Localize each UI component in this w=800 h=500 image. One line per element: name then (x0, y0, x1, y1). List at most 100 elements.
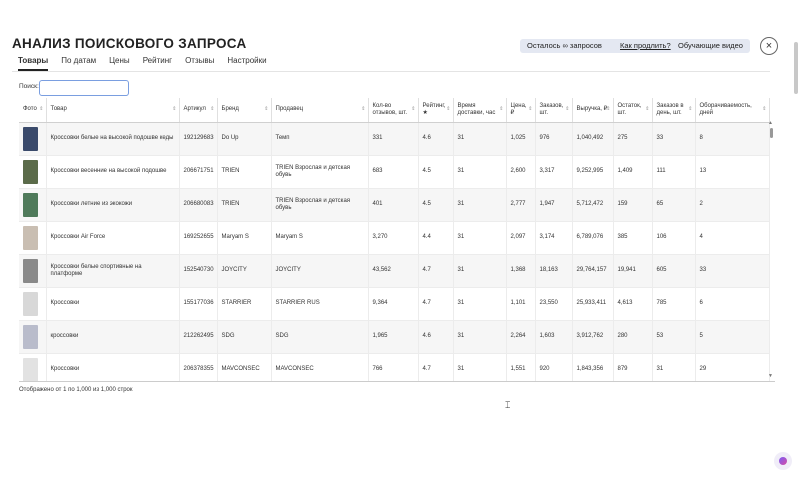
photo-cell (19, 254, 47, 288)
table-row[interactable]: Кроссовки Air Force 169252655 Maryam S Mary… (19, 221, 770, 255)
scroll-down-icon[interactable]: ▼ (768, 373, 773, 379)
cell-turnover: 13 (695, 155, 770, 189)
training-video-button[interactable]: Обучающие видео (671, 39, 750, 53)
sort-icon[interactable]: ⇕ (762, 106, 766, 114)
cell-brand: JOYCITY (217, 254, 272, 288)
sort-icon[interactable]: ⇕ (264, 106, 268, 114)
cell-reviews: 3,270 (368, 221, 419, 255)
cell-rating: 4.5 (418, 155, 454, 189)
cell-seller: TRIEN Взрослая и детская обувь (271, 188, 369, 222)
column-header[interactable]: Время доставки, час ⇕ (453, 98, 507, 123)
column-header[interactable]: Бренд ⇕ (217, 98, 272, 123)
sort-icon[interactable]: ⇕ (446, 106, 450, 114)
sort-icon[interactable]: ⇕ (39, 106, 43, 114)
cell-delivery: 31 (453, 188, 507, 222)
photo-cell (19, 320, 47, 354)
product-thumbnail[interactable] (23, 193, 38, 217)
table-scrollbar-thumb[interactable] (770, 128, 773, 138)
table-row[interactable]: Кроссовки белые спортивные на платформе 1… (19, 254, 770, 288)
table-row[interactable]: Кроссовки 206378355 MAVCONSEC MAVCONSEC 766 4… (19, 353, 770, 381)
products-table-container: Фото ⇕ Товар ⇕ Артикул ⇕ Бренд ⇕ Продавец ⇕ Кол-во… (19, 98, 775, 382)
sort-icon[interactable]: ⇕ (361, 106, 365, 114)
product-thumbnail[interactable] (23, 292, 38, 316)
cell-price: 2,600 (506, 155, 536, 189)
sort-icon[interactable]: ⇕ (645, 106, 649, 114)
cell-article: 192129683 (179, 122, 218, 156)
tab-by-dates[interactable]: По датам (61, 56, 96, 71)
column-header-label: Продавец (275, 106, 304, 113)
remaining-requests-badge: Осталось ∞ запросов Как продлить? (520, 39, 678, 53)
tab-settings[interactable]: Настройки (227, 56, 266, 71)
sort-icon[interactable]: ⇕ (528, 106, 532, 114)
product-thumbnail[interactable] (23, 160, 38, 184)
sort-icon[interactable]: ⇕ (411, 106, 415, 114)
sort-icon[interactable]: ⇕ (172, 106, 176, 114)
cell-article: 155177036 (179, 287, 218, 321)
cell-rating: 4.6 (418, 320, 454, 354)
cell-revenue: 25,933,411 (572, 287, 614, 321)
search-input[interactable] (39, 80, 129, 96)
column-header[interactable]: Продавец ⇕ (271, 98, 369, 123)
cell-delivery: 31 (453, 221, 507, 255)
sort-icon[interactable]: ⇕ (606, 106, 610, 114)
product-thumbnail[interactable] (23, 325, 38, 349)
product-thumbnail[interactable] (23, 226, 38, 250)
table-row[interactable]: Кроссовки весенние на высокой подошве 206… (19, 155, 770, 189)
remaining-requests-label: Осталось ∞ запросов (527, 41, 602, 50)
tab-rating[interactable]: Рейтинг (143, 56, 172, 71)
sort-icon[interactable]: ⇕ (210, 106, 214, 114)
column-header-label: Фото (23, 106, 37, 113)
cell-delivery: 31 (453, 122, 507, 156)
page-scrollbar[interactable] (794, 42, 798, 94)
column-header[interactable]: Рейтинг, ★ ⇕ (418, 98, 454, 123)
cell-product: Кроссовки Air Force (46, 221, 180, 255)
cell-article: 169252655 (179, 221, 218, 255)
cell-rating: 4.7 (418, 353, 454, 381)
cell-delivery: 31 (453, 155, 507, 189)
cell-rating: 4.7 (418, 254, 454, 288)
sort-icon[interactable]: ⇕ (499, 106, 503, 114)
cell-product: Кроссовки (46, 353, 180, 381)
helper-bubble-button[interactable] (774, 452, 792, 470)
cell-turnover: 33 (695, 254, 770, 288)
tab-products[interactable]: Товары (18, 56, 49, 71)
cell-revenue: 5,712,472 (572, 188, 614, 222)
table-row[interactable]: Кроссовки белые на высокой подошве кеды 1… (19, 122, 770, 156)
sort-icon[interactable]: ⇕ (688, 106, 692, 114)
photo-cell (19, 155, 47, 189)
cell-seller: Maryam S (271, 221, 369, 255)
cell-orders: 3,317 (535, 155, 573, 189)
extend-link[interactable]: Как продлить? (620, 41, 671, 50)
product-thumbnail[interactable] (23, 259, 38, 283)
column-header-label: Время доставки, час (457, 102, 496, 117)
table-row[interactable]: Кроссовки летние из экокожи 206680083 TRIE… (19, 188, 770, 222)
column-header[interactable]: Остаток, шт. ⇕ (613, 98, 653, 123)
tab-prices[interactable]: Цены (109, 56, 130, 71)
column-header[interactable]: Заказов в день, шт. ⇕ (652, 98, 696, 123)
column-header[interactable]: Фото ⇕ (19, 98, 47, 123)
column-header[interactable]: Товар ⇕ (46, 98, 180, 123)
column-header[interactable]: Оборачиваемость, дней ⇕ (695, 98, 770, 123)
cell-turnover: 2 (695, 188, 770, 222)
column-header[interactable]: Выручка, ₽ ⇕ (572, 98, 614, 123)
cell-orders: 1,947 (535, 188, 573, 222)
cell-price: 2,777 (506, 188, 536, 222)
scroll-up-icon[interactable]: ▲ (768, 120, 773, 126)
column-header[interactable]: Артикул ⇕ (179, 98, 218, 123)
cell-product: Кроссовки (46, 287, 180, 321)
page-title: АНАЛИЗ ПОИСКОВОГО ЗАПРОСА (12, 36, 247, 51)
table-row[interactable]: Кроссовки 155177036 STARRIER STARRIER RUS 9,… (19, 287, 770, 321)
cell-orders-day: 111 (652, 155, 696, 189)
column-header[interactable]: Кол-во отзывов, шт. ⇕ (368, 98, 419, 123)
close-button[interactable]: × (760, 37, 778, 55)
tab-reviews[interactable]: Отзывы (185, 56, 214, 71)
column-header-label: Выручка, ₽ (576, 106, 608, 113)
table-row[interactable]: кроссовки 212262495 SDG SDG 1,965 4.6 31 2,264 1… (19, 320, 770, 354)
column-header[interactable]: Цена, ₽ ⇕ (506, 98, 536, 123)
cell-delivery: 31 (453, 287, 507, 321)
product-thumbnail[interactable] (23, 127, 38, 151)
column-header[interactable]: Заказов, шт. ⇕ (535, 98, 573, 123)
cell-article: 212262495 (179, 320, 218, 354)
product-thumbnail[interactable] (23, 358, 38, 381)
sort-icon[interactable]: ⇕ (565, 106, 569, 114)
